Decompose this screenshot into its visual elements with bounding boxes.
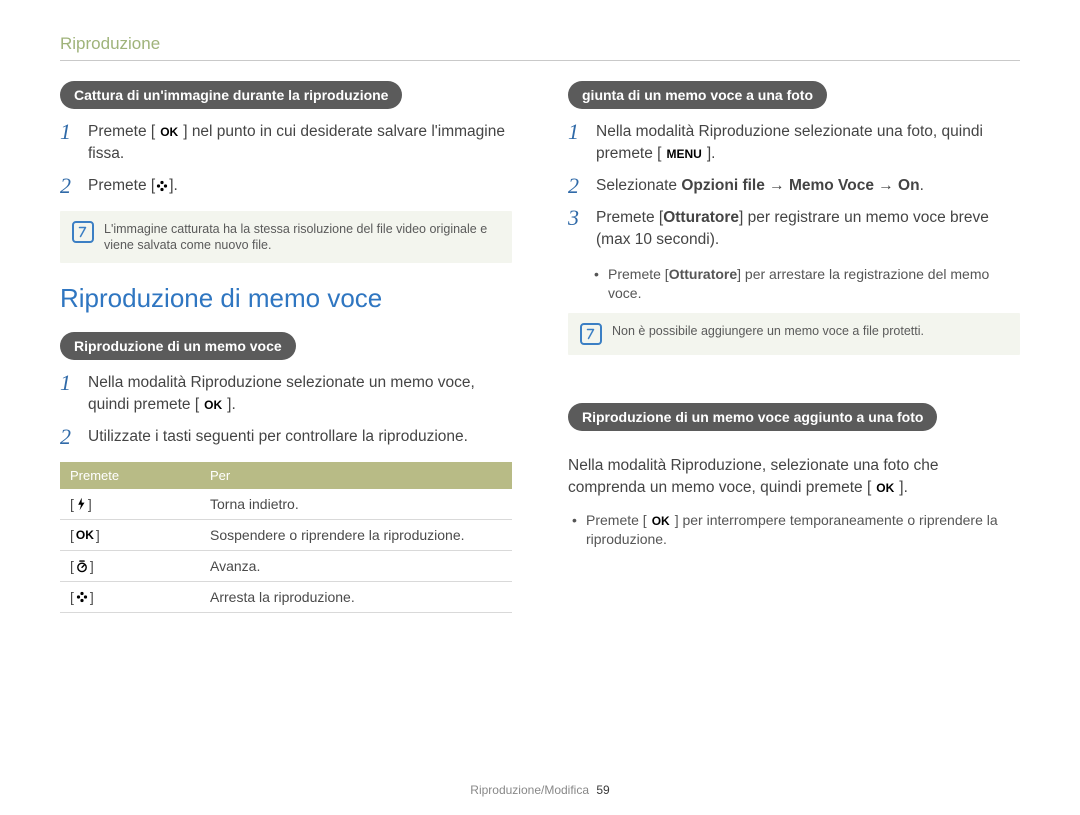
step-text: ]. bbox=[227, 396, 236, 413]
bullet-text: Premete [ bbox=[586, 512, 647, 528]
page-footer: Riproduzione/Modifica 59 bbox=[0, 783, 1080, 797]
subheading-play-attached: Riproduzione di un memo voce aggiunto a … bbox=[568, 403, 937, 431]
step-2: 2 Selezionate Opzioni file → Memo Voce →… bbox=[568, 175, 1020, 197]
step-1: 1 Premete [OK] nel punto in cui desidera… bbox=[60, 121, 512, 165]
step-text-bold: Opzioni file → Memo Voce → On bbox=[681, 177, 919, 194]
step-text: Nella modalità Riproduzione selezionate … bbox=[596, 123, 983, 162]
ok-icon: OK bbox=[76, 527, 94, 543]
subheading-add-memo: giunta di un memo voce a una foto bbox=[568, 81, 827, 109]
subheading-capture: Cattura di un'immagine durante la riprod… bbox=[60, 81, 402, 109]
capture-steps: 1 Premete [OK] nel punto in cui desidera… bbox=[60, 121, 512, 197]
ok-icon: OK bbox=[872, 480, 898, 496]
flower-icon bbox=[75, 590, 89, 604]
note-text: L'immagine catturata ha la stessa risolu… bbox=[104, 221, 500, 253]
ok-icon: OK bbox=[200, 397, 226, 413]
step-text: Premete [ bbox=[88, 177, 155, 194]
step-text: Premete [ bbox=[596, 209, 663, 226]
bullet-text: Premete [ bbox=[608, 266, 669, 282]
table-row: Torna indietro. bbox=[60, 489, 512, 520]
sub-bullet: Premete [Otturatore] per arrestare la re… bbox=[590, 265, 1020, 303]
step-number: 2 bbox=[60, 175, 78, 197]
menu-icon: MENU bbox=[662, 146, 705, 162]
step-text: Selezionate bbox=[596, 177, 681, 194]
footer-label: Riproduzione/Modifica bbox=[470, 783, 589, 797]
shutter-label: Otturatore bbox=[669, 266, 737, 282]
info-note: Non è possibile aggiungere un memo voce … bbox=[568, 313, 1020, 355]
step-number: 3 bbox=[568, 207, 586, 229]
paragraph: Nella modalità Riproduzione, selezionate… bbox=[568, 455, 1020, 499]
info-note: L'immagine catturata ha la stessa risolu… bbox=[60, 211, 512, 263]
table-cell: Arresta la riproduzione. bbox=[200, 582, 512, 613]
controls-table: Premete Per Torna indietro. OK Sospender… bbox=[60, 462, 512, 613]
note-icon bbox=[580, 323, 602, 345]
ok-icon: OK bbox=[648, 513, 674, 529]
step-text: Utilizzate i tasti seguenti per controll… bbox=[88, 426, 512, 448]
step-1: 1 Nella modalità Riproduzione selezionat… bbox=[568, 121, 1020, 165]
step-text: ]. bbox=[169, 177, 178, 194]
flash-icon bbox=[75, 497, 87, 511]
table-header: Premete bbox=[60, 462, 200, 489]
note-icon bbox=[72, 221, 94, 243]
step-text: ]. bbox=[707, 145, 716, 162]
para-text: ]. bbox=[899, 479, 908, 496]
manual-page: Riproduzione Cattura di un'immagine dura… bbox=[0, 0, 1080, 815]
step-text: . bbox=[920, 177, 924, 194]
step-text: Nella modalità Riproduzione selezionate … bbox=[88, 374, 475, 413]
page-number: 59 bbox=[596, 783, 609, 797]
note-text: Non è possibile aggiungere un memo voce … bbox=[612, 323, 924, 339]
subheading-memo-play: Riproduzione di un memo voce bbox=[60, 332, 296, 360]
step-number: 2 bbox=[568, 175, 586, 197]
step-1: 1 Nella modalità Riproduzione selezionat… bbox=[60, 372, 512, 416]
table-row: Arresta la riproduzione. bbox=[60, 582, 512, 613]
section-header: Riproduzione bbox=[60, 34, 1020, 54]
flower-icon bbox=[155, 179, 169, 193]
memo-play-steps: 1 Nella modalità Riproduzione selezionat… bbox=[60, 372, 512, 448]
left-column: Cattura di un'immagine durante la riprod… bbox=[60, 79, 512, 613]
right-column: giunta di un memo voce a una foto 1 Nell… bbox=[568, 79, 1020, 613]
add-memo-steps: 1 Nella modalità Riproduzione selezionat… bbox=[568, 121, 1020, 251]
step-3: 3 Premete [Otturatore] per registrare un… bbox=[568, 207, 1020, 251]
step-number: 2 bbox=[60, 426, 78, 448]
step-text: Premete [ bbox=[88, 123, 155, 140]
table-cell: Sospendere o riprendere la riproduzione. bbox=[200, 520, 512, 551]
step-2: 2 Premete []. bbox=[60, 175, 512, 197]
table-row: Avanza. bbox=[60, 551, 512, 582]
step-number: 1 bbox=[60, 121, 78, 143]
content-columns: Cattura di un'immagine durante la riprod… bbox=[60, 79, 1020, 613]
step-number: 1 bbox=[60, 372, 78, 394]
step-number: 1 bbox=[568, 121, 586, 143]
table-cell: Torna indietro. bbox=[200, 489, 512, 520]
table-header: Per bbox=[200, 462, 512, 489]
table-row: OK Sospendere o riprendere la riproduzio… bbox=[60, 520, 512, 551]
ok-icon: OK bbox=[156, 124, 182, 140]
bullet: Premete [OK] per interrompere temporanea… bbox=[568, 511, 1020, 549]
header-divider bbox=[60, 60, 1020, 61]
heading-memo: Riproduzione di memo voce bbox=[60, 283, 512, 314]
timer-icon bbox=[75, 559, 89, 573]
shutter-label: Otturatore bbox=[663, 209, 739, 226]
table-cell: Avanza. bbox=[200, 551, 512, 582]
step-2: 2 Utilizzate i tasti seguenti per contro… bbox=[60, 426, 512, 448]
